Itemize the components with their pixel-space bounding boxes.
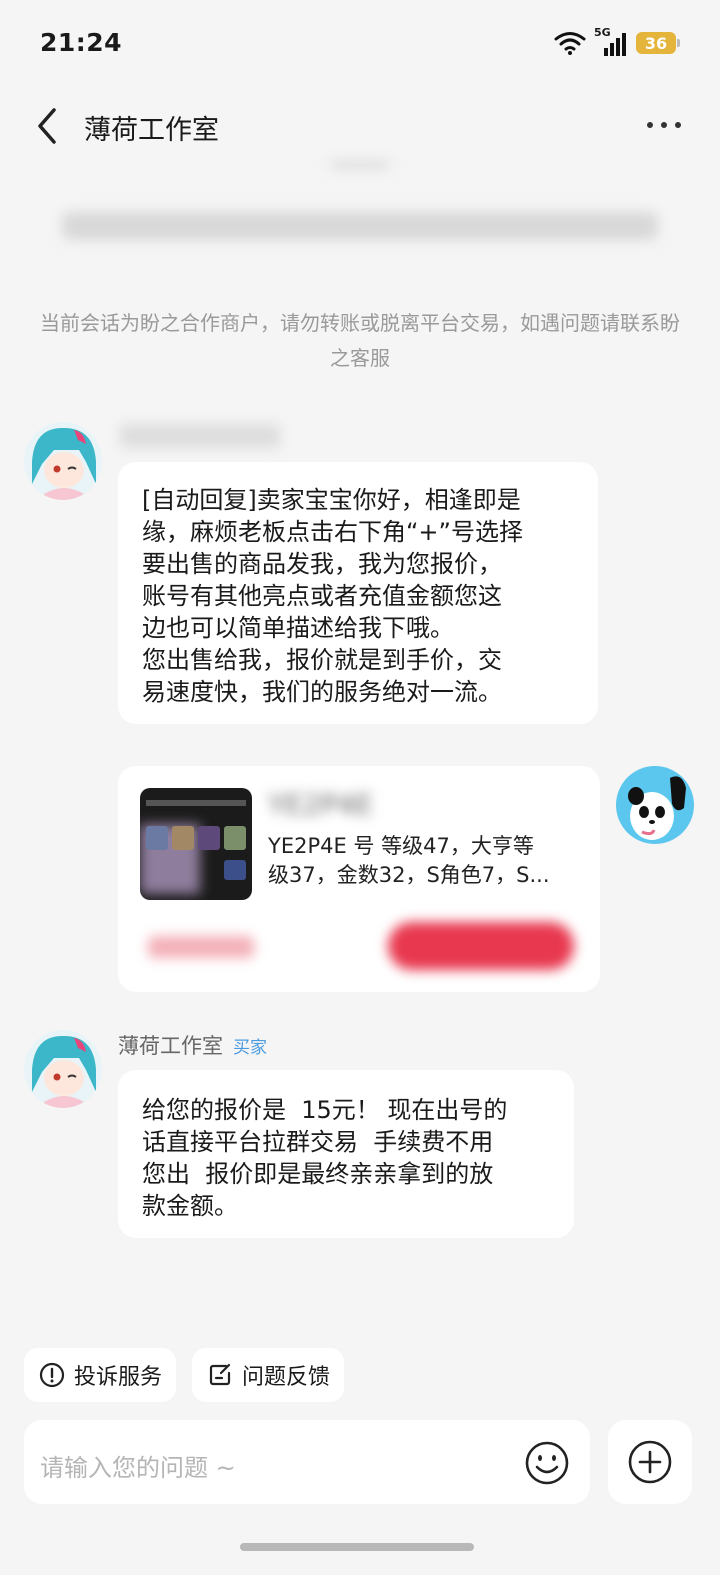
- network-label: 5G: [594, 26, 611, 39]
- more-options-icon[interactable]: [642, 112, 686, 138]
- merchant-avatar[interactable]: [24, 422, 102, 500]
- feedback-label: 问题反馈: [242, 1365, 331, 1390]
- complaint-label: 投诉服务: [74, 1365, 163, 1390]
- blurred-content: [62, 212, 658, 240]
- wifi-icon: [554, 32, 586, 55]
- sender-name: 薄荷工作室: [118, 1034, 223, 1058]
- message-text: 给您的报价是 15元！ 现在出号的 话直接平台拉群交易 手续费不用 您出 报价即…: [142, 1096, 508, 1220]
- blurred-content: [330, 160, 390, 170]
- message-text: [自动回复]卖家宝宝你好，相逢即是 缘，麻烦老板点击右下角“+”号选择 要出售的…: [142, 486, 523, 706]
- product-thumbnail[interactable]: [140, 788, 252, 900]
- message-input[interactable]: 请输入您的问题 ~: [24, 1420, 590, 1504]
- page-title: 薄荷工作室: [84, 115, 219, 146]
- battery-level: 36: [644, 33, 668, 53]
- merchant-avatar[interactable]: [24, 1030, 102, 1108]
- sender-row: 薄荷工作室 买家: [118, 1030, 267, 1060]
- input-placeholder: 请输入您的问题 ~: [40, 1454, 236, 1482]
- message-bubble: 给您的报价是 15元！ 现在出号的 话直接平台拉群交易 手续费不用 您出 报价即…: [118, 1070, 574, 1238]
- product-description: YE2P4E 号 等级47，大亨等 级37，金数32，S角色7，S...: [268, 832, 550, 890]
- battery-icon: 36: [636, 32, 680, 54]
- back-arrow-icon[interactable]: [30, 104, 70, 148]
- product-price-blurred: [148, 936, 254, 958]
- attach-button[interactable]: [608, 1420, 692, 1504]
- plus-circle-icon: [628, 1440, 672, 1484]
- complaint-service-button[interactable]: 投诉服务: [24, 1348, 176, 1402]
- message-bubble: [自动回复]卖家宝宝你好，相逢即是 缘，麻烦老板点击右下角“+”号选择 要出售的…: [118, 462, 598, 724]
- sender-name-blurred: [120, 424, 280, 448]
- status-time: 21:24: [40, 28, 123, 57]
- signal-icon: 5G: [594, 26, 628, 56]
- status-icons: 5G 36: [554, 26, 680, 56]
- role-tag: 买家: [233, 1038, 267, 1058]
- product-card[interactable]: YE2P4E YE2P4E 号 等级47，大亨等 级37，金数32，S角色7，S…: [118, 766, 600, 992]
- product-id-blurred: YE2P4E: [268, 788, 373, 821]
- home-indicator[interactable]: [240, 1543, 474, 1551]
- product-desc-line: YE2P4E 号 等级47，大亨等: [268, 834, 534, 858]
- feedback-button[interactable]: 问题反馈: [192, 1348, 344, 1402]
- alert-circle-icon: [39, 1362, 65, 1388]
- product-desc-line: 级37，金数32，S角色7，S...: [268, 863, 550, 887]
- user-avatar[interactable]: [616, 766, 694, 844]
- emoji-icon[interactable]: [524, 1440, 570, 1486]
- product-action-button[interactable]: [388, 922, 574, 970]
- edit-note-icon: [209, 1363, 231, 1386]
- platform-notice: 当前会话为盼之合作商户，请勿转账或脱离平台交易，如遇问题请联系盼之客服: [40, 311, 680, 370]
